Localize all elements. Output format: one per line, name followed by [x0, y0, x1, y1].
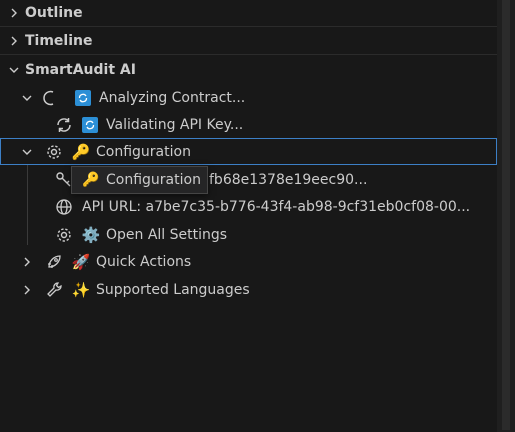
tree-item-api-key-label: fb68e1378e19eec90... [209, 171, 368, 188]
section-smartaudit-label: SmartAudit AI [25, 61, 136, 78]
section-outline-label: Outline [25, 5, 83, 21]
tree-item-supported-languages[interactable]: ✨ Supported Languages [0, 276, 497, 303]
sparkles-emoji-icon: ✨ [71, 280, 91, 299]
tree-item-supported-languages-label: Supported Languages [96, 281, 250, 298]
chevron-right-icon [3, 7, 25, 19]
tree-item-configuration-label: Configuration [96, 143, 191, 160]
tree-item-open-settings[interactable]: ⚙️ Open All Settings [0, 221, 497, 248]
wrench-icon [44, 280, 64, 300]
tree-item-api-url-label: API URL: a7be7c35-b776-43f4-ab98-9cf31eb… [82, 198, 471, 215]
chevron-right-icon [17, 284, 37, 296]
chevron-right-icon [3, 35, 25, 47]
globe-icon [54, 197, 74, 217]
refresh-icon [54, 115, 74, 135]
gear-icon [54, 225, 74, 245]
section-timeline[interactable]: Timeline [0, 28, 497, 55]
chevron-down-icon [3, 64, 25, 76]
hover-tooltip: 🔑 Configuration [71, 166, 208, 194]
sync-icon [82, 116, 98, 133]
sync-icon [75, 89, 91, 106]
rocket-emoji-icon: 🚀 [71, 252, 91, 271]
section-outline[interactable]: Outline [0, 0, 497, 27]
gear-icon [44, 142, 64, 162]
tree-item-validating-label: Validating API Key... [106, 116, 244, 133]
scrollbar-thumb[interactable] [502, 0, 510, 430]
section-timeline-label: Timeline [25, 33, 93, 49]
chevron-down-icon [17, 92, 37, 104]
tree-item-api-url[interactable]: API URL: a7be7c35-b776-43f4-ab98-9cf31eb… [0, 193, 497, 220]
tree-item-quick-actions-label: Quick Actions [96, 253, 192, 270]
chevron-down-icon [17, 146, 37, 158]
tree-item-validating[interactable]: Validating API Key... [0, 111, 497, 138]
section-smartaudit[interactable]: SmartAudit AI [0, 56, 497, 83]
tree-item-analyzing[interactable]: Analyzing Contract... [0, 84, 497, 111]
loading-spinner-icon [41, 88, 61, 108]
tree-item-open-settings-label: Open All Settings [106, 226, 228, 243]
tooltip-label: Configuration [106, 172, 201, 188]
chevron-right-icon [17, 256, 37, 268]
gear-emoji-icon: ⚙️ [81, 225, 101, 244]
key-emoji-icon: 🔑 [82, 172, 100, 188]
tree-item-configuration[interactable]: 🔑 Configuration [0, 138, 497, 165]
key-emoji-icon: 🔑 [71, 142, 91, 161]
tree-item-analyzing-label: Analyzing Contract... [99, 89, 246, 106]
tree-item-quick-actions[interactable]: 🚀 Quick Actions [0, 248, 497, 275]
rocket-icon [44, 252, 64, 272]
